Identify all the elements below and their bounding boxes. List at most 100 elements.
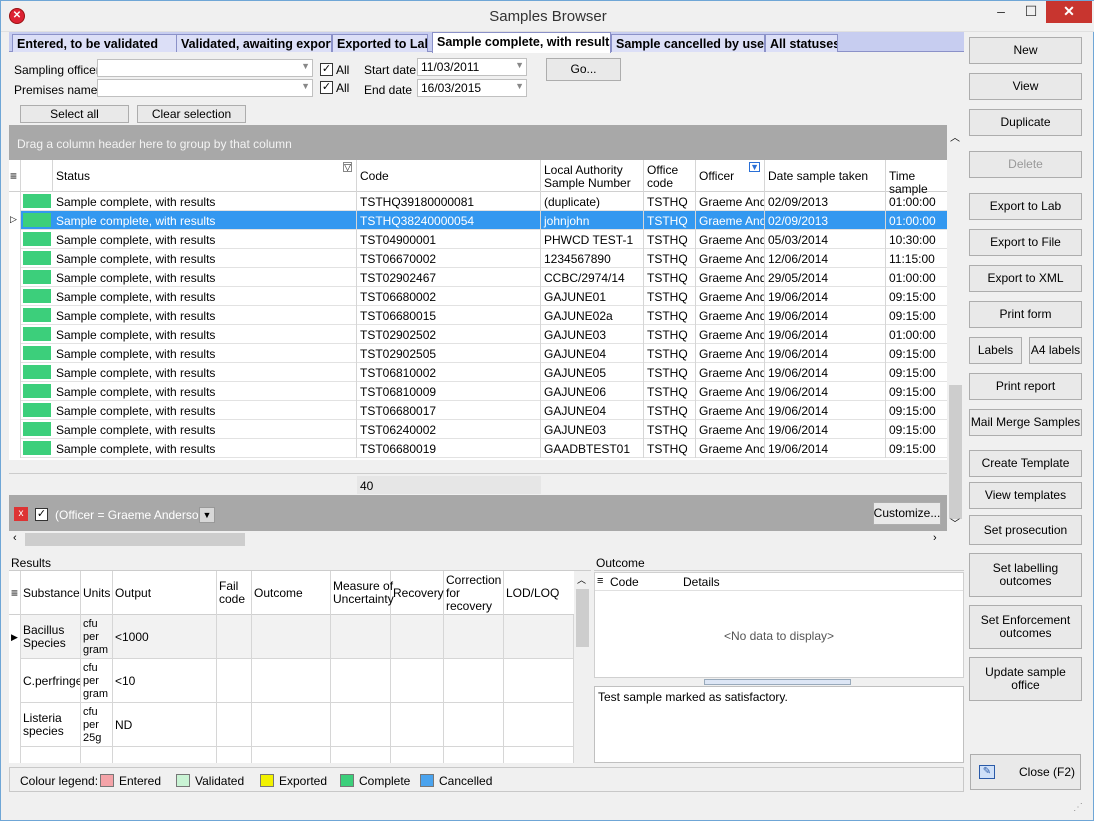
customize-button[interactable]: Customize... xyxy=(873,502,941,525)
grid-horizontal-scrollbar[interactable]: ‹ › xyxy=(9,531,947,548)
export-to-xml-button[interactable]: Export to XML xyxy=(969,265,1082,292)
table-row[interactable]: Sample complete, with results TSTHQ391800… xyxy=(9,192,947,211)
results-header-lod-loq[interactable]: LOD/LOQ xyxy=(504,571,574,615)
table-row[interactable]: ▷ Sample complete, with results TSTHQ38240… xyxy=(9,211,947,230)
results-header-units[interactable]: Units xyxy=(81,571,113,615)
view-button[interactable]: View xyxy=(969,73,1082,100)
scroll-thumb[interactable] xyxy=(949,385,962,519)
export-to-lab-button[interactable]: Export to Lab xyxy=(969,193,1082,220)
outcome-column-chooser-icon[interactable]: ≡ xyxy=(597,575,603,587)
table-row[interactable]: Sample complete, with results TST06680019… xyxy=(9,439,947,458)
scroll-left-icon[interactable]: ‹ xyxy=(13,532,17,544)
filter-enabled-checkbox[interactable]: ✓ xyxy=(35,508,48,521)
a4-labels-button[interactable]: A4 labels xyxy=(1029,337,1082,364)
row-indicator[interactable] xyxy=(9,439,21,458)
results-header-uncertainty[interactable]: Measure of Uncertainty xyxy=(331,571,394,615)
header-office-code[interactable]: Office code xyxy=(644,160,696,192)
table-row[interactable]: Sample complete, with results TST06810002… xyxy=(9,363,947,382)
results-row[interactable]: C.perfringenscfu per gram<10 xyxy=(9,659,574,703)
clear-selection-button[interactable]: Clear selection xyxy=(137,105,246,123)
table-row[interactable]: Sample complete, with results TST02902502… xyxy=(9,325,947,344)
table-row[interactable]: Sample complete, with results TST06670002… xyxy=(9,249,947,268)
table-row[interactable]: Sample complete, with results TST06680002… xyxy=(9,287,947,306)
sampling-officer-combo[interactable]: ▼ xyxy=(97,59,313,77)
tab-exported[interactable]: Exported to Lab xyxy=(332,34,428,52)
clear-filter-icon[interactable]: x xyxy=(14,507,28,521)
minimize-icon[interactable]: ‒ xyxy=(986,1,1016,23)
row-indicator[interactable] xyxy=(9,747,21,763)
select-all-button[interactable]: Select all xyxy=(20,105,129,123)
row-indicator[interactable] xyxy=(9,363,21,382)
header-code[interactable]: Code xyxy=(357,160,541,192)
delete-button[interactable]: Delete xyxy=(969,151,1082,178)
results-header-outcome[interactable]: Outcome xyxy=(252,571,331,615)
results-column-chooser-icon[interactable]: ≡ xyxy=(9,571,21,615)
results-header-fail-code[interactable]: Fail code xyxy=(217,571,252,615)
row-indicator[interactable] xyxy=(9,382,21,401)
print-form-button[interactable]: Print form xyxy=(969,301,1082,328)
update-sample-office-button[interactable]: Update sample office xyxy=(969,657,1082,701)
create-template-button[interactable]: Create Template xyxy=(969,450,1082,477)
view-templates-button[interactable]: View templates xyxy=(969,482,1082,509)
table-row[interactable]: Sample complete, with results TST04900001… xyxy=(9,230,947,249)
row-indicator[interactable] xyxy=(9,268,21,287)
table-row[interactable]: Sample complete, with results TST02902505… xyxy=(9,344,947,363)
results-row[interactable]: Listeria species cfu per 25g ND xyxy=(9,703,574,747)
header-officer[interactable]: Officer ▼ xyxy=(696,160,765,192)
row-indicator[interactable] xyxy=(9,249,21,268)
mail-merge-button[interactable]: Mail Merge Samples xyxy=(969,409,1082,436)
set-labelling-outcomes-button[interactable]: Set labelling outcomes xyxy=(969,553,1082,597)
tab-validated[interactable]: Validated, awaiting export xyxy=(176,34,332,52)
end-date-picker[interactable]: 16/03/2015 ▼ xyxy=(417,79,527,97)
results-row[interactable]: ▶ Bacillus Species cfu per gram <1000 xyxy=(9,615,574,659)
tab-entered[interactable]: Entered, to be validated xyxy=(12,34,177,52)
all-officers-checkbox[interactable]: ✓ xyxy=(320,63,333,76)
scroll-thumb-horizontal[interactable] xyxy=(25,533,245,546)
scroll-right-icon[interactable]: › xyxy=(933,532,937,544)
premises-name-combo[interactable]: ▼ xyxy=(97,79,313,97)
table-row[interactable]: Sample complete, with results TST06240002… xyxy=(9,420,947,439)
header-la-sample-number[interactable]: Local Authority Sample Number xyxy=(541,160,644,192)
outcome-note[interactable]: Test sample marked as satisfactory. xyxy=(594,686,964,763)
group-by-area[interactable]: Drag a column header here to group by th… xyxy=(9,125,947,160)
duplicate-button[interactable]: Duplicate xyxy=(969,109,1082,136)
scroll-down-icon[interactable]: ﹀ xyxy=(950,515,960,530)
scroll-thumb[interactable] xyxy=(576,589,589,647)
new-button[interactable]: New xyxy=(969,37,1082,64)
tab-all-statuses[interactable]: All statuses xyxy=(765,34,838,52)
outcome-header-details[interactable]: Details xyxy=(683,575,720,589)
row-indicator[interactable] xyxy=(9,325,21,344)
outcome-header-code[interactable]: Code xyxy=(610,575,639,589)
row-indicator[interactable] xyxy=(9,659,21,703)
splitter[interactable] xyxy=(704,679,851,685)
labels-button[interactable]: Labels xyxy=(969,337,1022,364)
results-row[interactable]: cfu xyxy=(9,747,574,763)
filter-icon[interactable]: ▽ xyxy=(343,162,352,172)
row-indicator[interactable] xyxy=(9,401,21,420)
results-header-recovery[interactable]: Recovery xyxy=(391,571,444,615)
header-date-taken[interactable]: Date sample taken xyxy=(765,160,886,192)
all-premises-checkbox[interactable]: ✓ xyxy=(320,81,333,94)
filter-active-icon[interactable]: ▼ xyxy=(749,162,760,172)
filter-history-icon[interactable]: ▼ xyxy=(199,507,215,523)
print-report-button[interactable]: Print report xyxy=(969,373,1082,400)
grid-vertical-scrollbar[interactable]: ︿ ﹀ xyxy=(947,125,964,531)
column-chooser-icon[interactable]: ≡ xyxy=(9,160,21,192)
row-indicator[interactable]: ▶ xyxy=(9,615,21,659)
maximize-icon[interactable]: ☐ xyxy=(1016,1,1046,23)
close-button[interactable]: ✎ Close (F2) xyxy=(970,754,1081,790)
set-prosecution-button[interactable]: Set prosecution xyxy=(969,515,1082,545)
row-indicator[interactable] xyxy=(9,344,21,363)
results-header-correction[interactable]: Correction for recovery xyxy=(444,571,504,615)
tab-complete[interactable]: Sample complete, with results xyxy=(432,32,611,53)
go-button[interactable]: Go... xyxy=(546,58,621,81)
table-row[interactable]: Sample complete, with results TST06810009… xyxy=(9,382,947,401)
results-scrollbar[interactable]: ︿ xyxy=(574,571,591,763)
table-row[interactable]: Sample complete, with results TST06680017… xyxy=(9,401,947,420)
row-indicator[interactable] xyxy=(9,420,21,439)
scroll-up-icon[interactable]: ︿ xyxy=(577,573,586,586)
set-enforcement-outcomes-button[interactable]: Set Enforcement outcomes xyxy=(969,605,1082,649)
close-window-icon[interactable]: ✕ xyxy=(1046,1,1092,23)
row-indicator[interactable] xyxy=(9,287,21,306)
row-indicator[interactable] xyxy=(9,306,21,325)
